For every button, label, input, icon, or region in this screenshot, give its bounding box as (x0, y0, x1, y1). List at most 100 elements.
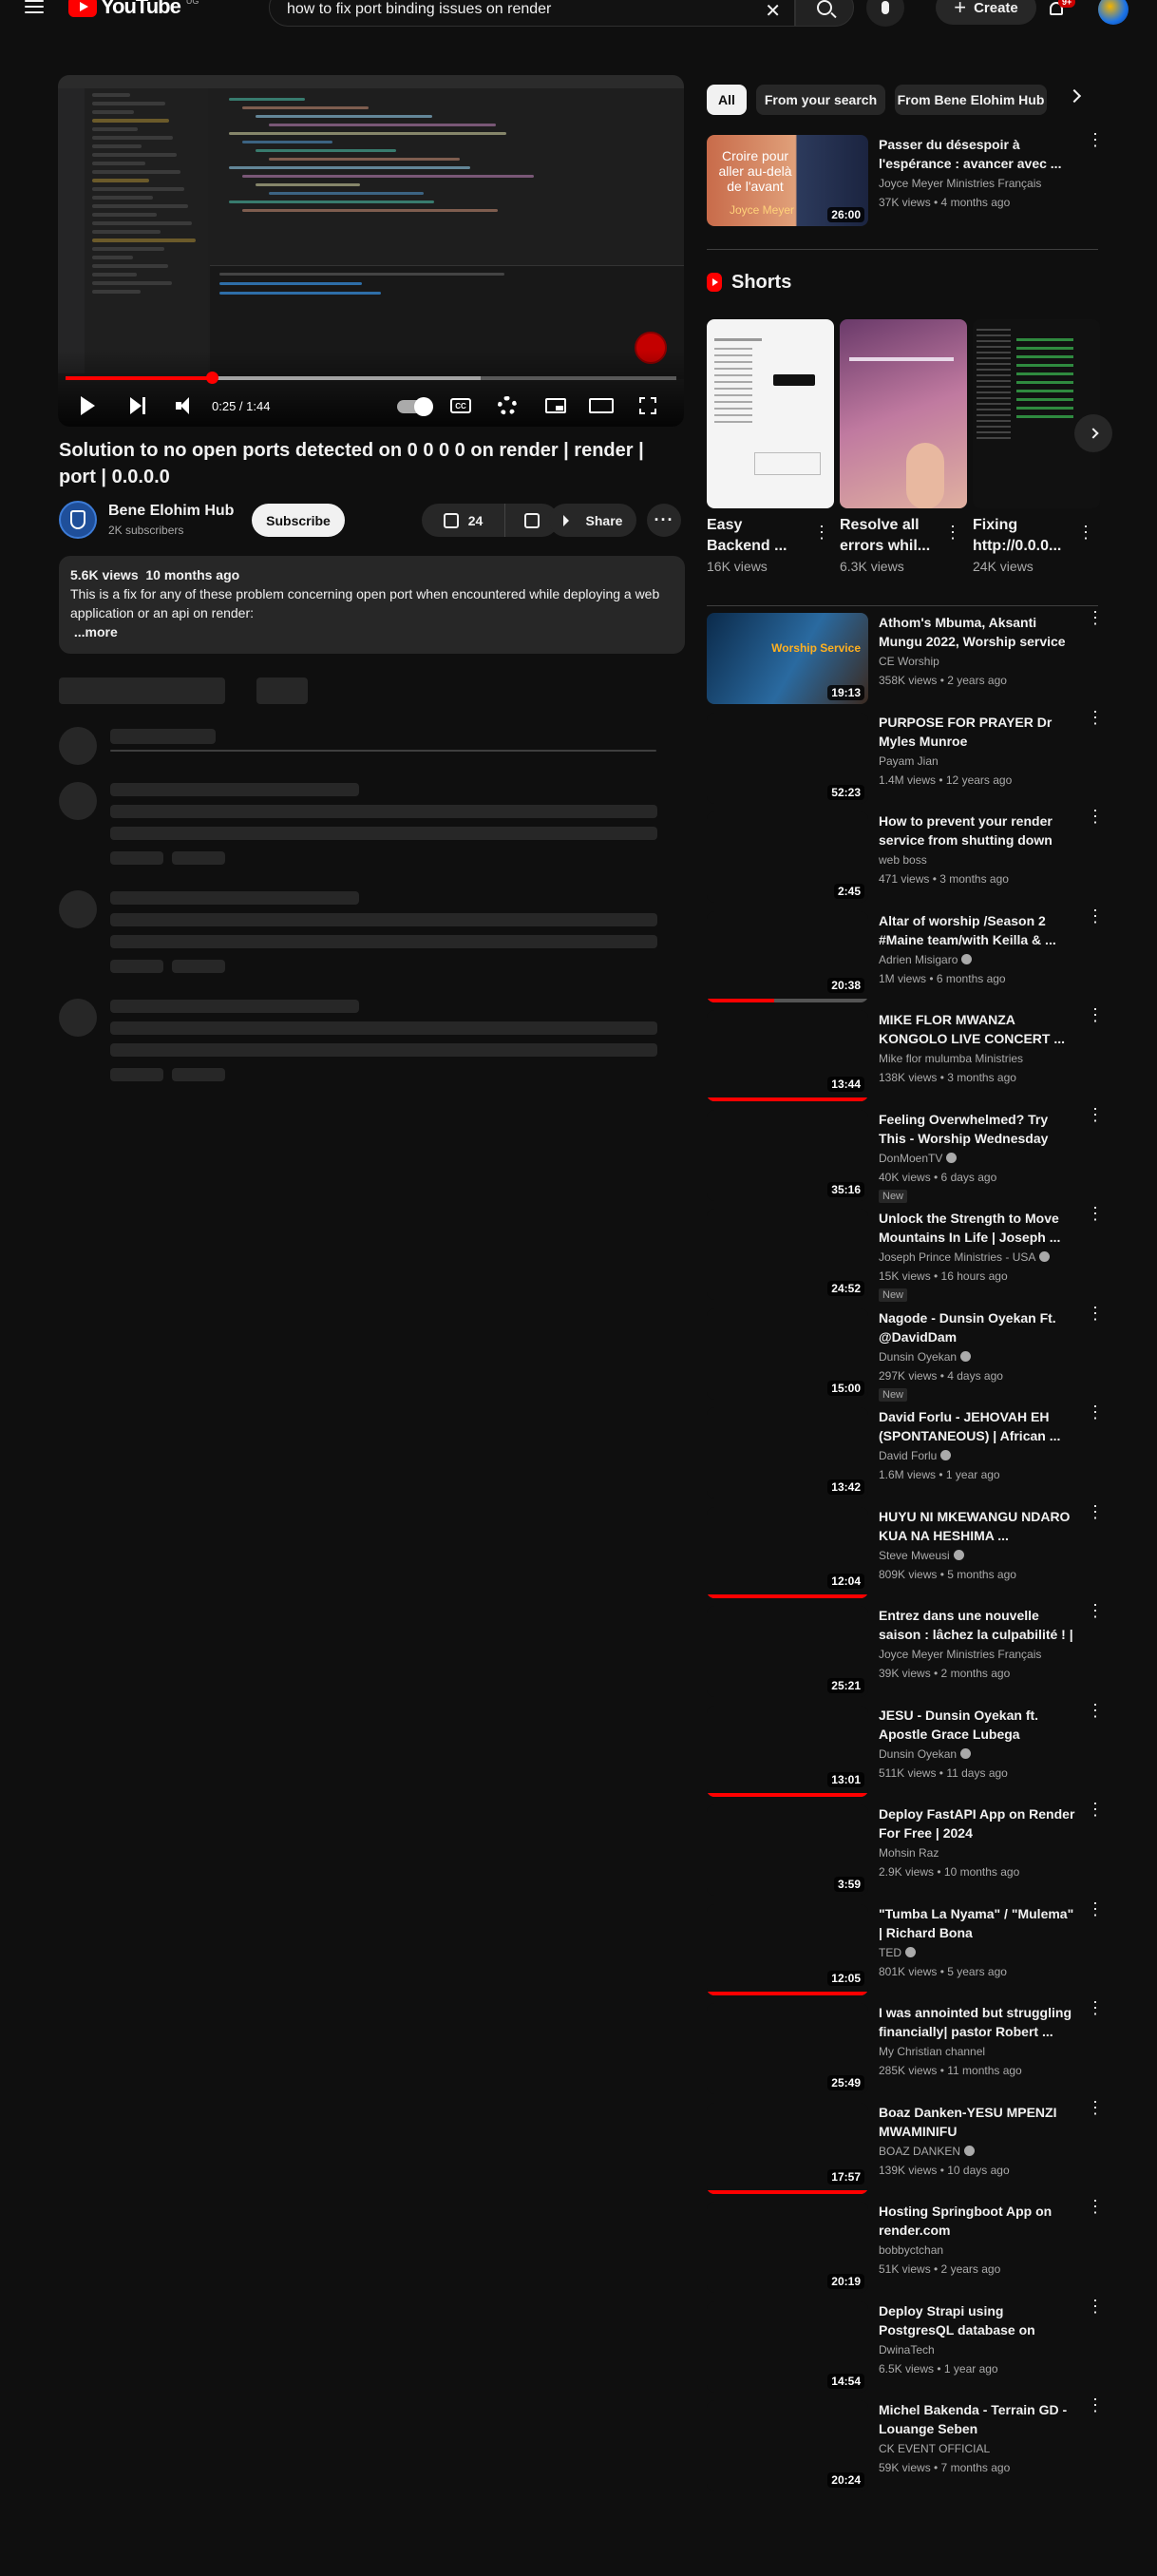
more-options-icon[interactable]: ⋮ (1087, 2298, 1104, 2315)
more-actions-button[interactable]: ··· (647, 504, 681, 537)
youtube-logo[interactable]: YouTube UG (68, 0, 199, 19)
channel-name[interactable]: Bene Elohim Hub (108, 503, 234, 520)
notifications-button[interactable]: 9+ (1047, 0, 1076, 19)
more-options-icon[interactable]: ⋮ (944, 523, 961, 543)
more-options-icon[interactable]: ⋮ (1087, 2198, 1104, 2215)
video-thumbnail[interactable]: 15:00 (707, 1307, 868, 1400)
video-title[interactable]: HUYU NI MKEWANGU NDARO KUA NA HESHIMA ..… (879, 1507, 1078, 1545)
recommendation-card[interactable]: 12:05 "Tumba La Nyama" / "Mulema" | Richa… (707, 1900, 1106, 1995)
more-options-icon[interactable]: ⋮ (1087, 1900, 1104, 1918)
share-button[interactable]: Share (549, 504, 636, 537)
more-options-icon[interactable]: ⋮ (1087, 1403, 1104, 1421)
recommendation-card[interactable]: 13:44 MIKE FLOR MWANZA KONGOLO LIVE CONCE… (707, 1006, 1106, 1101)
miniplayer-button[interactable] (545, 398, 566, 413)
channel-name[interactable]: web boss (879, 853, 927, 867)
more-options-icon[interactable]: ⋮ (1087, 2099, 1104, 2116)
recommendation-card[interactable]: 2:45 How to prevent your render service f… (707, 808, 1106, 903)
recommendation-card[interactable]: 20:38 Altar of worship /Season 2 #Maine t… (707, 907, 1106, 1002)
video-title[interactable]: Entrez dans une nouvelle saison : lâchez… (879, 1606, 1078, 1644)
recommendation-card[interactable]: 20:19 Hosting Springboot App on render.co… (707, 2198, 1106, 2293)
recommendation-card[interactable]: 13:01 JESU - Dunsin Oyekan ft. Apostle Gr… (707, 1702, 1106, 1797)
create-button[interactable]: + Create (936, 0, 1036, 25)
channel-name[interactable]: BOAZ DANKEN (879, 2145, 976, 2158)
recommendation-card[interactable]: 52:23 PURPOSE FOR PRAYER Dr Myles Munroe P… (707, 709, 1106, 804)
channel-name[interactable]: Dunsin Oyekan (879, 1350, 972, 1364)
video-title[interactable]: Altar of worship /Season 2 #Maine team/w… (879, 911, 1078, 949)
video-title[interactable]: "Tumba La Nyama" / "Mulema" | Richard Bo… (879, 1904, 1078, 1942)
voice-search-button[interactable] (866, 0, 904, 27)
video-title[interactable]: Athom's Mbuma, Aksanti Mungu 2022, Worsh… (879, 613, 1078, 651)
channel-name[interactable]: Joyce Meyer Ministries Français (879, 1648, 1041, 1661)
video-thumbnail[interactable]: 20:19 (707, 2202, 868, 2293)
video-thumbnail[interactable]: 52:23 (707, 712, 868, 804)
recommendation-card[interactable]: 17:57 Boaz Danken-YESU MPENZI MWAMINIFU BO… (707, 2099, 1106, 2194)
video-title[interactable]: Michel Bakenda - Terrain GD - Louange Se… (879, 2400, 1078, 2438)
hamburger-menu-icon[interactable] (25, 0, 44, 13)
video-title[interactable]: MIKE FLOR MWANZA KONGOLO LIVE CONCERT ..… (879, 1010, 1078, 1048)
channel-name[interactable]: Dunsin Oyekan (879, 1747, 972, 1761)
description-more-link[interactable]: ...more (70, 622, 673, 641)
clear-search-icon[interactable]: ✕ (765, 0, 781, 23)
channel-avatar[interactable] (59, 501, 97, 539)
autoplay-toggle[interactable] (397, 397, 433, 416)
recommendation-card[interactable]: 20:24 Michel Bakenda - Terrain GD - Louan… (707, 2396, 1106, 2491)
recommendation-card[interactable]: Croire pour aller au-delà de l'avant Joy… (707, 131, 1106, 226)
more-options-icon[interactable]: ⋮ (1087, 907, 1104, 925)
channel-name[interactable]: Steve Mweusi (879, 1549, 964, 1562)
channel-name[interactable]: CE Worship (879, 655, 939, 668)
video-thumbnail[interactable]: 12:04 (707, 1506, 868, 1598)
account-avatar[interactable] (1098, 0, 1129, 25)
channel-name[interactable]: TED (879, 1946, 916, 1959)
more-options-icon[interactable]: ⋮ (1077, 523, 1094, 543)
video-title[interactable]: Hosting Springboot App on render.com (879, 2202, 1078, 2240)
video-thumbnail[interactable]: 35:16 (707, 1109, 868, 1201)
video-title[interactable]: I was annointed but struggling financial… (879, 2003, 1078, 2041)
more-options-icon[interactable]: ⋮ (1087, 1305, 1104, 1322)
channel-name[interactable]: Joyce Meyer Ministries Français (879, 177, 1041, 190)
recommendation-card[interactable]: Worship Service 19:13 Athom's Mbuma, Aksan… (707, 609, 1106, 704)
fullscreen-button[interactable] (639, 397, 656, 414)
video-thumbnail[interactable]: 12:05 (707, 1903, 868, 1995)
channel-name[interactable]: DwinaTech (879, 2343, 935, 2357)
video-title[interactable]: How to prevent your render service from … (879, 811, 1078, 849)
recommendation-card[interactable]: 14:54 Deploy Strapi using PostgresQL data… (707, 2298, 1106, 2393)
short-title[interactable]: Resolve all errors whil... (840, 515, 935, 557)
more-options-icon[interactable]: ⋮ (813, 523, 830, 543)
more-options-icon[interactable]: ⋮ (1087, 1801, 1104, 1818)
chip-all[interactable]: All (707, 85, 747, 115)
recommendation-card[interactable]: 24:52 Unlock the Strength to Move Mountai… (707, 1205, 1106, 1302)
more-options-icon[interactable]: ⋮ (1087, 1503, 1104, 1520)
video-title[interactable]: JESU - Dunsin Oyekan ft. Apostle Grace L… (879, 1706, 1078, 1744)
settings-button[interactable] (498, 396, 517, 415)
video-title[interactable]: Boaz Danken-YESU MPENZI MWAMINIFU (879, 2103, 1078, 2141)
recommendation-card[interactable]: 25:49 I was annointed but struggling fina… (707, 1999, 1106, 2094)
channel-name[interactable]: Payam Jian (879, 754, 939, 768)
more-options-icon[interactable]: ⋮ (1087, 808, 1104, 825)
more-options-icon[interactable]: ⋮ (1087, 1999, 1104, 2016)
video-title[interactable]: PURPOSE FOR PRAYER Dr Myles Munroe (879, 713, 1078, 751)
more-options-icon[interactable]: ⋮ (1087, 1006, 1104, 1023)
video-thumbnail[interactable]: 17:57 (707, 2102, 868, 2194)
more-options-icon[interactable]: ⋮ (1087, 2396, 1104, 2414)
progress-bar[interactable] (66, 372, 676, 384)
video-title[interactable]: Feeling Overwhelmed? Try This - Worship … (879, 1110, 1078, 1148)
chip-from-channel[interactable]: From Bene Elohim Hub (895, 85, 1047, 115)
next-button[interactable] (130, 397, 147, 414)
channel-name[interactable]: David Forlu (879, 1449, 952, 1462)
video-title[interactable]: David Forlu - JEHOVAH EH (SPONTANEOUS) |… (879, 1407, 1078, 1445)
more-options-icon[interactable]: ⋮ (1087, 1602, 1104, 1619)
more-options-icon[interactable]: ⋮ (1087, 1106, 1104, 1123)
recommendation-card[interactable]: 13:42 David Forlu - JEHOVAH EH (SPONTANEO… (707, 1403, 1106, 1498)
video-title[interactable]: Passer du désespoir à l'espérance : avan… (879, 135, 1078, 173)
channel-name[interactable]: Adrien Misigaro (879, 953, 973, 966)
recommendation-card[interactable]: 25:21 Entrez dans une nouvelle saison : l… (707, 1602, 1106, 1697)
more-options-icon[interactable]: ⋮ (1087, 131, 1104, 148)
channel-name[interactable]: CK EVENT OFFICIAL (879, 2442, 990, 2455)
recommendation-card[interactable]: 35:16 Feeling Overwhelmed? Try This - Wor… (707, 1106, 1106, 1203)
captions-button[interactable]: CC (450, 398, 471, 413)
mute-button[interactable] (176, 397, 195, 414)
channel-name[interactable]: Mohsin Raz (879, 1846, 939, 1860)
short-thumbnail[interactable] (973, 319, 1100, 508)
subscribe-button[interactable]: Subscribe (252, 504, 345, 537)
video-thumbnail[interactable]: 25:49 (707, 2003, 868, 2094)
